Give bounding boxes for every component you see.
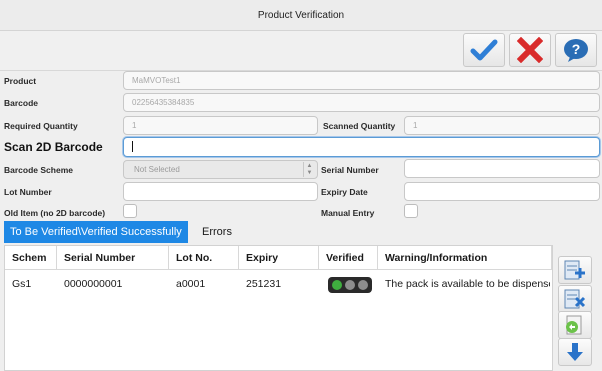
- expiry-date-label: Expiry Date: [321, 187, 368, 197]
- expiry-date-input[interactable]: [404, 182, 600, 201]
- toolbar: ?: [0, 31, 602, 71]
- old-item-label: Old Item (no 2D barcode): [4, 208, 106, 218]
- red-x-icon: [517, 37, 543, 63]
- accept-button[interactable]: [463, 33, 505, 67]
- cell-lot-no: a0001: [176, 278, 206, 290]
- column-header-schem[interactable]: Schem: [5, 246, 57, 270]
- barcode-label: Barcode: [4, 98, 39, 108]
- column-header-expiry[interactable]: Expiry: [239, 246, 319, 270]
- undo-button[interactable]: [558, 311, 592, 339]
- arrow-down-icon: [567, 343, 583, 361]
- column-header-warning-information[interactable]: Warning/Information: [378, 246, 552, 270]
- cancel-button[interactable]: [509, 33, 551, 67]
- cell-schem: Gs1: [12, 278, 32, 290]
- barcode-scheme-value: Not Selected: [134, 165, 180, 174]
- cell-expiry: 251231: [246, 278, 282, 290]
- required-quantity-label: Required Quantity: [4, 121, 78, 131]
- column-header-lot-no[interactable]: Lot No.: [169, 246, 239, 270]
- scan-2d-barcode-input[interactable]: [123, 137, 600, 157]
- manual-entry-label: Manual Entry: [321, 208, 375, 218]
- column-header-verified[interactable]: Verified: [319, 246, 378, 270]
- old-item-checkbox[interactable]: [123, 204, 137, 218]
- tab-errors[interactable]: Errors: [196, 221, 238, 243]
- checkmark-icon: [470, 39, 498, 61]
- barcode-field: 02256435384835: [123, 93, 600, 112]
- svg-text:?: ?: [572, 41, 581, 57]
- question-bubble-icon: ?: [564, 39, 588, 62]
- product-field: MaMVOTest1: [123, 71, 600, 90]
- table-header: Schem Serial Number Lot No. Expiry Verif…: [5, 246, 552, 270]
- delete-row-button[interactable]: [558, 285, 592, 313]
- lot-number-label: Lot Number: [4, 187, 52, 197]
- manual-entry-checkbox[interactable]: [404, 204, 418, 218]
- delete-row-icon: [564, 289, 586, 309]
- undo-icon: [566, 315, 582, 335]
- barcode-scheme-select[interactable]: Not Selected ▲ ▼: [123, 160, 318, 179]
- scanned-quantity-label: Scanned Quantity: [323, 121, 396, 131]
- add-row-icon: [564, 260, 585, 280]
- product-label: Product: [4, 76, 37, 86]
- column-header-serial-number[interactable]: Serial Number: [57, 246, 169, 270]
- add-row-button[interactable]: [558, 256, 592, 284]
- text-caret: [132, 141, 133, 153]
- window-title: Product Verification: [0, 0, 602, 31]
- cell-serial-number: 0000000001: [64, 278, 123, 290]
- cell-warning-information: The pack is available to be dispensed: [385, 278, 550, 290]
- serial-number-label: Serial Number: [321, 165, 379, 175]
- table-row[interactable]: Gs1 0000000001 a0001 251231 The pack is …: [5, 270, 552, 298]
- tab-to-be-verified[interactable]: To Be Verified\Verified Successfully: [4, 221, 188, 243]
- help-button[interactable]: ?: [555, 33, 597, 67]
- serial-number-input[interactable]: [404, 159, 600, 178]
- barcode-scheme-label: Barcode Scheme: [4, 165, 73, 175]
- scan-2d-barcode-label: Scan 2D Barcode: [4, 140, 103, 154]
- verified-status-lights: [328, 277, 372, 293]
- move-down-button[interactable]: [558, 338, 592, 366]
- status-light-1: [332, 280, 343, 290]
- verification-table: Schem Serial Number Lot No. Expiry Verif…: [4, 245, 553, 371]
- lot-number-input[interactable]: [123, 182, 318, 201]
- status-light-3: [357, 280, 368, 290]
- required-quantity-field: 1: [123, 116, 318, 135]
- spinner-arrows-icon: ▲ ▼: [303, 162, 315, 177]
- scanned-quantity-field: 1: [404, 116, 600, 135]
- status-light-2: [344, 280, 355, 290]
